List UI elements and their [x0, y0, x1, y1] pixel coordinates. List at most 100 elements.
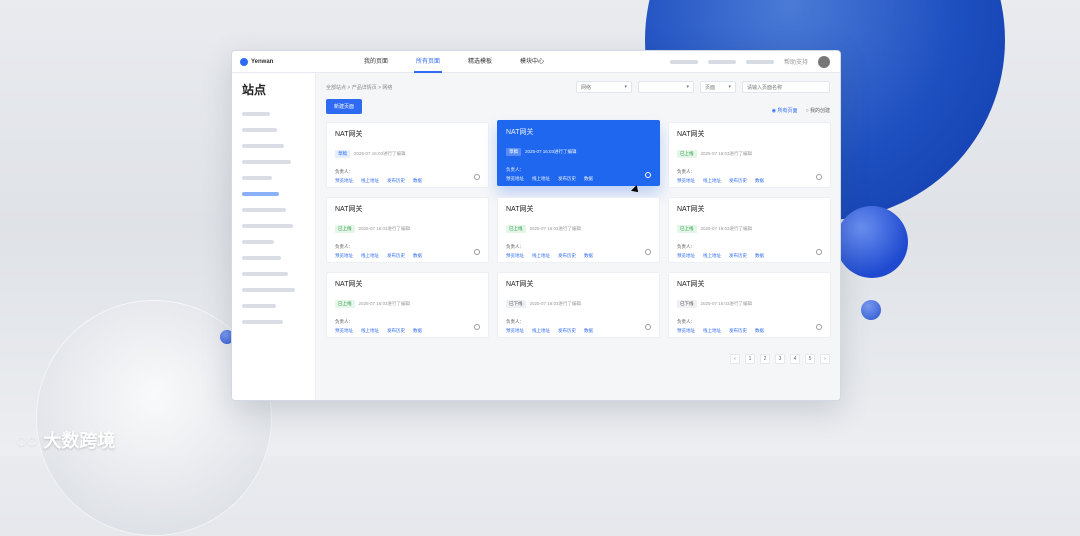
card-link[interactable]: 发布历史 [729, 178, 747, 184]
gear-icon[interactable] [816, 324, 822, 330]
page-card[interactable]: NAT网关 已上线 2025-07 16:03进行了编辑 负责人： 预览地址 线上地… [497, 197, 660, 263]
card-link[interactable]: 数据 [755, 328, 764, 334]
page-card[interactable]: NAT网关 草稿 2025-07 16:03进行了编辑 负责人： 预览地址 线上地址… [326, 122, 489, 188]
card-link[interactable]: 线上地址 [532, 253, 550, 259]
page-card[interactable]: NAT网关 已下线 2025-07 16:03进行了编辑 负责人： 预览地址 线上地… [668, 272, 831, 338]
sidebar-item[interactable] [232, 218, 315, 234]
card-links: 预览地址 线上地址 发布历史 数据 [677, 178, 822, 184]
sidebar-item[interactable] [232, 250, 315, 266]
page-button[interactable]: › [820, 354, 830, 364]
main-nav: 我的页面 所有页面 精选模板 模块中心 [362, 51, 546, 73]
page-button[interactable]: 3 [775, 354, 785, 364]
gear-icon[interactable] [645, 249, 651, 255]
page-card[interactable]: NAT网关 已下线 2025-07 16:03进行了编辑 负责人： 预览地址 线上地… [497, 272, 660, 338]
gear-icon[interactable] [645, 324, 651, 330]
search-input[interactable]: 请输入页面名称 [742, 81, 830, 93]
card-link[interactable]: 预览地址 [506, 176, 524, 182]
app-logo[interactable]: Yenwan [232, 57, 302, 66]
card-link[interactable]: 数据 [584, 328, 593, 334]
sidebar-item[interactable] [232, 266, 315, 282]
sidebar-item[interactable] [232, 170, 315, 186]
card-link[interactable]: 发布历史 [387, 328, 405, 334]
page-card[interactable]: NAT网关 已上线 2025-07 16:03进行了编辑 负责人： 预览地址 线上地… [326, 272, 489, 338]
radio-all[interactable]: ◉ 所有页面 [772, 107, 798, 114]
card-meta: 2025-07 16:03进行了编辑 [700, 301, 753, 306]
sidebar-item[interactable] [232, 314, 315, 330]
page-button[interactable]: 2 [760, 354, 770, 364]
card-link[interactable]: 发布历史 [729, 253, 747, 259]
gear-icon[interactable] [645, 172, 651, 178]
gear-icon[interactable] [474, 249, 480, 255]
status-badge: 草稿 [335, 150, 350, 158]
card-link[interactable]: 数据 [413, 328, 422, 334]
card-link[interactable]: 线上地址 [703, 253, 721, 259]
card-link[interactable]: 预览地址 [506, 253, 524, 259]
page-button[interactable]: 4 [790, 354, 800, 364]
sidebar-item[interactable] [232, 282, 315, 298]
sidebar-item[interactable] [232, 138, 315, 154]
card-link[interactable]: 线上地址 [532, 328, 550, 334]
filter-select-3[interactable]: 页面 ▾ [700, 81, 736, 93]
brand-logo-icon: ◌◌ [16, 429, 38, 450]
nav-item[interactable]: 精选模板 [466, 51, 494, 73]
card-link[interactable]: 发布历史 [729, 328, 747, 334]
filter-select-1[interactable]: 网络 ▾ [576, 81, 632, 93]
card-link[interactable]: 预览地址 [677, 253, 695, 259]
filter-select-2[interactable]: ▾ [638, 81, 694, 93]
card-link[interactable]: 数据 [413, 253, 422, 259]
card-owner: 负责人： [677, 169, 695, 174]
card-link[interactable]: 预览地址 [677, 178, 695, 184]
nav-item[interactable]: 我的页面 [362, 51, 390, 73]
page-card[interactable]: NAT网关 已上线 2025-07 16:03进行了编辑 负责人： 预览地址 线上地… [668, 122, 831, 188]
nav-item[interactable]: 模块中心 [518, 51, 546, 73]
sidebar-item[interactable] [232, 234, 315, 250]
card-link[interactable]: 线上地址 [361, 253, 379, 259]
gear-icon[interactable] [816, 249, 822, 255]
sidebar-item[interactable] [232, 122, 315, 138]
radio-mine[interactable]: ○ 我的创建 [806, 107, 830, 114]
page-button[interactable]: ‹ [730, 354, 740, 364]
page-card[interactable]: NAT网关 已上线 2025-07 16:03进行了编辑 负责人： 预览地址 线上地… [668, 197, 831, 263]
card-link[interactable]: 预览地址 [335, 178, 353, 184]
card-link[interactable]: 发布历史 [387, 178, 405, 184]
status-badge: 已上线 [335, 225, 355, 233]
card-title: NAT网关 [335, 206, 363, 213]
sidebar-item[interactable] [232, 106, 315, 122]
page-button[interactable]: 5 [805, 354, 815, 364]
card-link[interactable]: 发布历史 [558, 328, 576, 334]
avatar[interactable] [818, 55, 830, 68]
card-link[interactable]: 数据 [413, 178, 422, 184]
gear-icon[interactable] [474, 324, 480, 330]
gear-icon[interactable] [816, 174, 822, 180]
top-bar: Yenwan 我的页面 所有页面 精选模板 模块中心 帮助支持 [232, 51, 840, 73]
card-link[interactable]: 数据 [584, 176, 593, 182]
sidebar-item[interactable] [232, 186, 315, 202]
sidebar-item[interactable] [232, 298, 315, 314]
card-link[interactable]: 预览地址 [335, 253, 353, 259]
card-link[interactable]: 预览地址 [677, 328, 695, 334]
page-card[interactable]: NAT网关 草稿 2025-07 16:03进行了编辑 负责人： 预览地址 线上地址… [497, 120, 660, 186]
card-link[interactable]: 线上地址 [361, 178, 379, 184]
sidebar-item[interactable] [232, 154, 315, 170]
card-link[interactable]: 发布历史 [558, 253, 576, 259]
new-page-button[interactable]: 新建页面 [326, 99, 363, 114]
card-links: 预览地址 线上地址 发布历史 数据 [335, 178, 480, 184]
gear-icon[interactable] [474, 174, 480, 180]
card-link[interactable]: 线上地址 [532, 176, 550, 182]
card-link[interactable]: 预览地址 [506, 328, 524, 334]
card-link[interactable]: 数据 [584, 253, 593, 259]
page-card[interactable]: NAT网关 已上线 2025-07 16:03进行了编辑 负责人： 预览地址 线上地… [326, 197, 489, 263]
nav-item[interactable]: 所有页面 [414, 51, 443, 73]
card-link[interactable]: 数据 [755, 178, 764, 184]
card-title: NAT网关 [506, 281, 534, 288]
sidebar-item[interactable] [232, 202, 315, 218]
page-button[interactable]: 1 [745, 354, 755, 364]
card-link[interactable]: 线上地址 [361, 328, 379, 334]
card-link[interactable]: 数据 [755, 253, 764, 259]
card-link[interactable]: 线上地址 [703, 178, 721, 184]
status-badge: 已上线 [335, 300, 355, 308]
card-link[interactable]: 线上地址 [703, 328, 721, 334]
card-link[interactable]: 预览地址 [335, 328, 353, 334]
card-link[interactable]: 发布历史 [387, 253, 405, 259]
card-link[interactable]: 发布历史 [558, 176, 576, 182]
